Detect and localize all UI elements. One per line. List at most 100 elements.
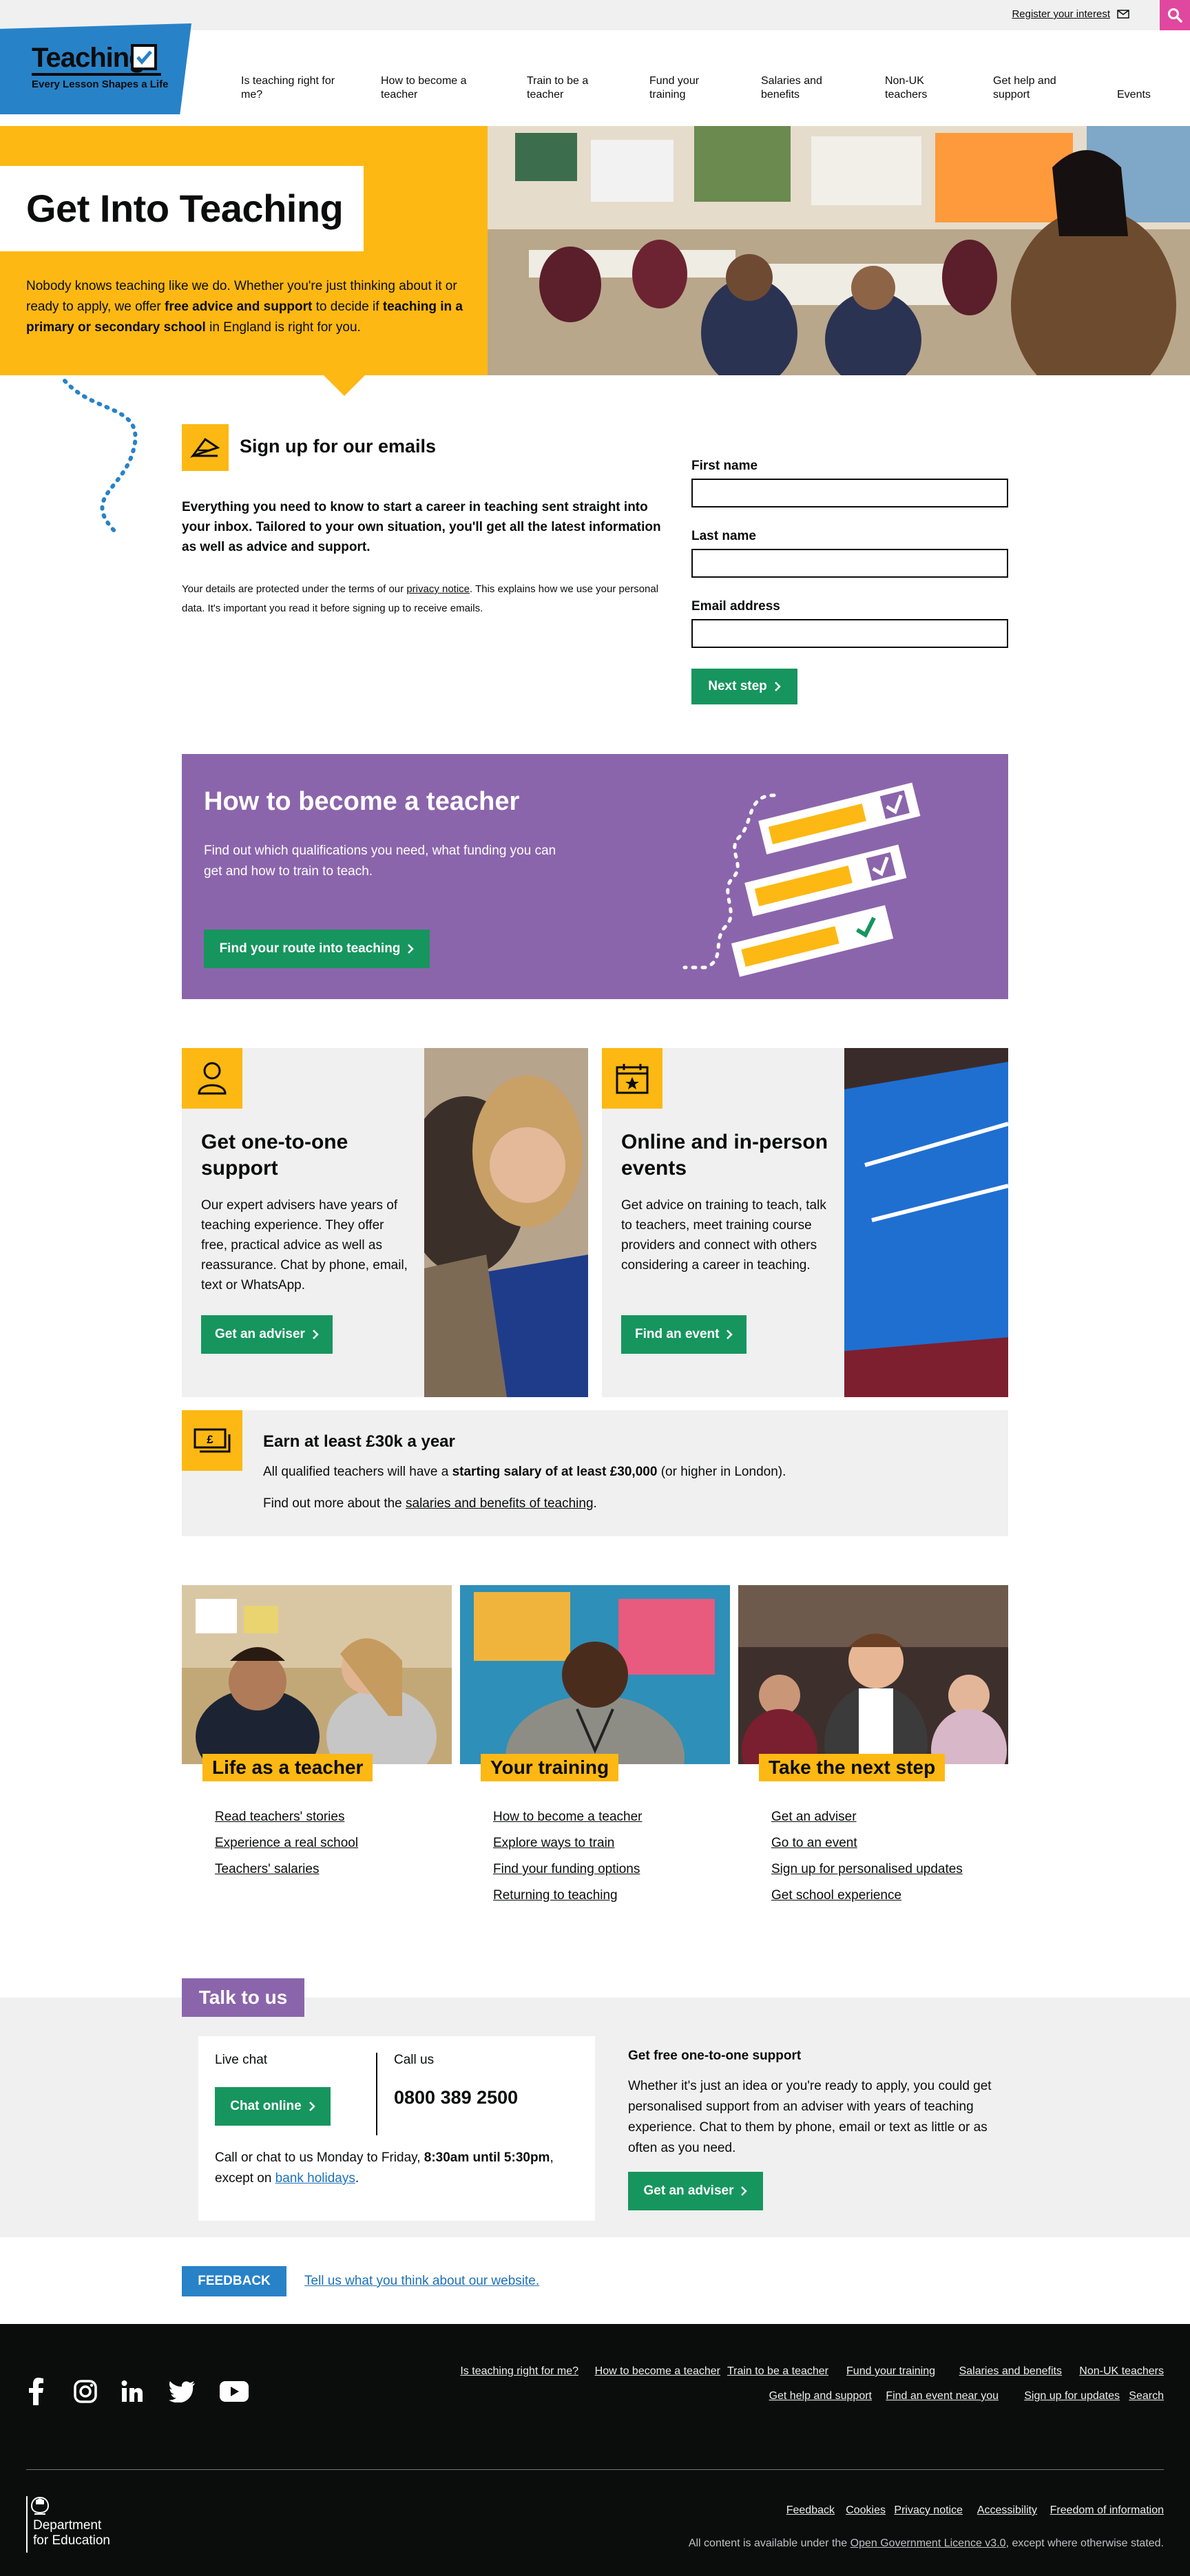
salary-panel: £ Earn at least £30k a year All qualifie… xyxy=(182,1410,1008,1536)
footer-link-accessibility[interactable]: Accessibility xyxy=(977,2504,1037,2517)
nav-item-non-uk[interactable]: Non-UK teachers xyxy=(885,74,927,102)
chevron-right-icon xyxy=(727,1330,733,1339)
dfe-name: Department for Education xyxy=(33,2518,110,2548)
free-support-heading: Get free one-to-one support xyxy=(628,2049,802,2063)
first-name-field[interactable] xyxy=(691,479,1008,507)
read-teachers-stories-link[interactable]: Read teachers' stories xyxy=(215,1810,344,1825)
nav-item-salaries[interactable]: Salaries and benefits xyxy=(761,74,822,102)
footer-link-feedback[interactable]: Feedback xyxy=(786,2504,835,2517)
linkedin-icon[interactable] xyxy=(120,2378,145,2405)
one-to-one-support-card: Get one-to-one support Our expert advise… xyxy=(182,1048,588,1397)
signup-heading: Sign up for our emails xyxy=(240,436,437,457)
nav-item-how-to-become[interactable]: How to become a teacher xyxy=(381,74,467,102)
nav-item-help-support[interactable]: Get help and support xyxy=(993,74,1056,102)
contact-divider xyxy=(376,2053,377,2135)
hero-pointer xyxy=(324,375,365,396)
last-name-field[interactable] xyxy=(691,549,1008,578)
chevron-right-icon xyxy=(408,944,415,954)
experience-real-school-link[interactable]: Experience a real school xyxy=(215,1836,358,1851)
footer-link-search[interactable]: Search xyxy=(1129,2390,1164,2402)
calendar-icon xyxy=(616,1064,649,1094)
footer-link-cookies[interactable]: Cookies xyxy=(846,2504,886,2517)
phone-number[interactable]: 0800 389 2500 xyxy=(394,2087,518,2108)
take-next-step-heading: Take the next step xyxy=(759,1754,946,1781)
chevron-right-icon xyxy=(309,2102,315,2111)
free-support-text: Whether it's just an idea or you're read… xyxy=(628,2079,992,2155)
earn-icon-box: £ xyxy=(182,1410,242,1471)
find-funding-options-link[interactable]: Find your funding options xyxy=(493,1862,640,1877)
page-title: Get Into Teaching xyxy=(26,187,344,230)
teaching-logo[interactable]: Teaching Every Lesson Shapes a Life xyxy=(0,23,191,114)
footer-link-privacy[interactable]: Privacy notice xyxy=(894,2504,963,2517)
find-route-button[interactable]: Find your route into teaching xyxy=(204,930,430,968)
search-icon xyxy=(1168,8,1182,23)
signup-lead: Everything you need to know to start a c… xyxy=(182,500,661,554)
get-adviser-button-talk[interactable]: Get an adviser xyxy=(628,2172,763,2210)
licence-text: All content is available under the Open … xyxy=(688,2537,1164,2549)
first-name-label: First name xyxy=(691,459,758,473)
chat-online-button[interactable]: Chat online xyxy=(215,2087,331,2126)
earn-salary-text: All qualified teachers will have a start… xyxy=(263,1465,786,1479)
facebook-icon[interactable] xyxy=(26,2378,47,2405)
decorative-dotted-line xyxy=(63,379,138,536)
footer-link-foi[interactable]: Freedom of information xyxy=(1050,2504,1164,2517)
twitter-icon[interactable] xyxy=(168,2378,196,2405)
youtube-icon[interactable] xyxy=(219,2378,249,2405)
chevron-right-icon xyxy=(313,1330,319,1339)
banknote-icon: £ xyxy=(194,1428,231,1453)
email-signup-icon-box xyxy=(182,424,229,471)
footer-link-event-near-you[interactable]: Find an event near you xyxy=(886,2390,999,2402)
become-teacher-panel: How to become a teacher Find out which q… xyxy=(182,754,1008,999)
footer-link-train[interactable]: Train to be a teacher xyxy=(727,2365,828,2378)
get-adviser-link[interactable]: Get an adviser xyxy=(771,1810,857,1825)
footer-link-sign-up-updates[interactable]: Sign up for updates xyxy=(1024,2390,1120,2402)
envelope-open-icon xyxy=(190,437,220,458)
privacy-notice-link[interactable]: privacy notice xyxy=(406,583,470,595)
nav-item-fund-training[interactable]: Fund your training xyxy=(649,74,699,102)
nav-item-train-to-be[interactable]: Train to be a teacher xyxy=(527,74,588,102)
how-to-become-teacher-link[interactable]: How to become a teacher xyxy=(493,1810,643,1825)
get-adviser-button[interactable]: Get an adviser xyxy=(201,1315,333,1354)
register-interest-link[interactable]: Register your interest xyxy=(1012,8,1129,20)
footer-link-non-uk[interactable]: Non-UK teachers xyxy=(1079,2365,1164,2378)
footer-link-salaries[interactable]: Salaries and benefits xyxy=(959,2365,1062,2378)
footer-link-how-to-become[interactable]: How to become a teacher xyxy=(595,2365,720,2378)
explore-ways-to-train-link[interactable]: Explore ways to train xyxy=(493,1836,614,1851)
nav-item-is-teaching-right[interactable]: Is teaching right for me? xyxy=(241,74,335,102)
footer-link-is-teaching-right[interactable]: Is teaching right for me? xyxy=(460,2365,578,2378)
footer-link-fund[interactable]: Fund your training xyxy=(846,2365,935,2378)
call-us-label: Call us xyxy=(394,2053,435,2067)
logo-title: Teaching xyxy=(32,43,146,73)
chevron-right-icon xyxy=(741,2186,748,2196)
ogl-link[interactable]: Open Government Licence v3.0 xyxy=(850,2537,1006,2549)
teachers-salaries-link[interactable]: Teachers' salaries xyxy=(215,1862,319,1877)
logo-underline xyxy=(32,73,161,76)
events-card: Online and in-person events Get advice o… xyxy=(602,1048,1008,1397)
hero-text: Nobody knows teaching like we do. Whethe… xyxy=(26,279,463,335)
school-experience-link[interactable]: Get school experience xyxy=(771,1888,901,1903)
go-to-event-link[interactable]: Go to an event xyxy=(771,1836,857,1851)
email-field[interactable] xyxy=(691,619,1008,648)
find-event-button[interactable]: Find an event xyxy=(621,1315,747,1354)
nav-item-events[interactable]: Events xyxy=(1117,74,1151,102)
salaries-benefits-link[interactable]: salaries and benefits of teaching xyxy=(406,1496,594,1511)
card-text: Our expert advisers have years of teachi… xyxy=(201,1198,408,1292)
event-tshirt-photo xyxy=(844,1048,1008,1397)
returning-to-teaching-link[interactable]: Returning to teaching xyxy=(493,1888,618,1903)
progress-checklist-illustration xyxy=(682,782,921,977)
search-button[interactable] xyxy=(1160,0,1190,30)
bank-holidays-link[interactable]: bank holidays xyxy=(275,2171,355,2186)
talk-to-us-section xyxy=(0,1998,1190,2237)
feedback-link[interactable]: Tell us what you think about our website… xyxy=(304,2274,539,2289)
feedback-button[interactable]: FEEDBACK xyxy=(182,2266,286,2296)
card-icon-box xyxy=(602,1048,662,1109)
personalised-updates-link[interactable]: Sign up for personalised updates xyxy=(771,1862,963,1877)
privacy-text: Your details are protected under the ter… xyxy=(182,583,659,614)
opening-hours-text: Call or chat to us Monday to Friday, 8:3… xyxy=(215,2150,554,2186)
dfe-logo[interactable]: Department for Education xyxy=(26,2496,110,2553)
next-step-button[interactable]: Next step xyxy=(691,669,797,704)
envelope-icon xyxy=(1117,10,1129,19)
footer-link-help-support[interactable]: Get help and support xyxy=(769,2390,872,2402)
earn-heading: Earn at least £30k a year xyxy=(263,1432,455,1451)
instagram-icon[interactable] xyxy=(73,2378,98,2405)
